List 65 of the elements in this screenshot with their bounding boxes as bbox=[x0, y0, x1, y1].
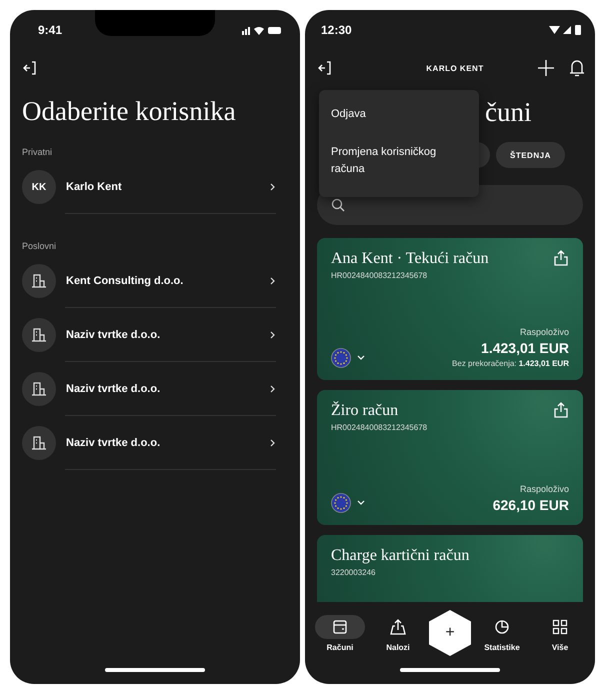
user-row[interactable]: Naziv tvrtke d.o.o. bbox=[10, 362, 300, 416]
upload-icon bbox=[390, 618, 406, 634]
nav-tab[interactable]: Više bbox=[533, 614, 587, 652]
user-row[interactable]: Kent Consulting d.o.o. bbox=[10, 254, 300, 308]
overdraft-note: Bez prekoračenja: 1.423,01 EUR bbox=[452, 359, 569, 368]
menu-item[interactable]: Promjena korisničkog računa bbox=[319, 134, 479, 189]
chevron-icon bbox=[270, 385, 276, 393]
share-icon[interactable] bbox=[553, 250, 569, 266]
available-amount: 626,10 EUR bbox=[492, 497, 569, 513]
wallet-icon bbox=[332, 618, 348, 634]
bell-icon[interactable] bbox=[569, 59, 585, 77]
account-number: 3220003246 bbox=[331, 568, 376, 577]
filter-chip[interactable]: ŠTEDNJA bbox=[496, 142, 565, 168]
menu-item[interactable]: Odjava bbox=[319, 96, 479, 134]
plus-icon[interactable] bbox=[537, 59, 555, 77]
eu-flag-icon[interactable] bbox=[331, 493, 351, 513]
building-icon bbox=[31, 273, 47, 289]
share-icon[interactable] bbox=[553, 402, 569, 418]
account-title: Žiro račun bbox=[331, 402, 400, 420]
user-name: Naziv tvrtke d.o.o. bbox=[66, 329, 162, 341]
account-card[interactable]: Žiro račun HR0024840083212345678 Raspoloživo 626,10 EUR bbox=[317, 390, 583, 525]
chevron-icon bbox=[270, 183, 276, 191]
user-row[interactable]: Naziv tvrtke d.o.o. bbox=[10, 416, 300, 470]
user-row[interactable]: Naziv tvrtke d.o.o. bbox=[10, 308, 300, 362]
status-time: 9:41 bbox=[38, 23, 62, 37]
user-name: KARLO KENT bbox=[425, 64, 485, 72]
page-title: Odaberite korisnika bbox=[21, 95, 237, 128]
logout-icon[interactable] bbox=[317, 60, 333, 76]
available-amount: 1.423,01 EUR bbox=[481, 340, 569, 356]
status-icons bbox=[242, 25, 282, 35]
account-card[interactable]: Charge kartični račun 3220003246 bbox=[317, 535, 583, 602]
chevron-icon bbox=[270, 331, 276, 339]
building-icon bbox=[31, 435, 47, 451]
user-name: Kent Consulting d.o.o. bbox=[66, 275, 184, 287]
available-label: Raspoloživo bbox=[520, 484, 569, 494]
chevron-icon bbox=[270, 277, 276, 285]
account-card[interactable]: Ana Kent · Tekući račun HR0024840083212345678 Raspoloživo 1.423,01 EUR Bez prekoračenja: 1.423,01 EUR bbox=[317, 238, 583, 380]
logout-icon[interactable] bbox=[22, 60, 38, 76]
account-number: HR0024840083212345678 bbox=[331, 423, 428, 432]
account-title: Charge kartični račun bbox=[331, 547, 470, 565]
add-button[interactable]: + bbox=[429, 610, 471, 656]
account-title: Ana Kent · Tekući račun bbox=[331, 250, 489, 268]
caret-icon[interactable] bbox=[357, 500, 365, 506]
status-time: 12:30 bbox=[321, 23, 352, 37]
search-icon bbox=[331, 198, 345, 212]
user-row[interactable]: KK Karlo Kent bbox=[10, 160, 300, 214]
status-icons bbox=[549, 25, 583, 35]
section-label: Privatni bbox=[21, 146, 54, 159]
caret-icon[interactable] bbox=[357, 355, 365, 361]
grid-icon bbox=[552, 618, 568, 634]
user-name: Naziv tvrtke d.o.o. bbox=[66, 383, 162, 395]
building-icon bbox=[31, 381, 47, 397]
pie-chart-icon bbox=[494, 618, 510, 634]
user-name: Karlo Kent bbox=[66, 181, 123, 193]
page-title: čuni bbox=[485, 96, 532, 128]
building-icon bbox=[31, 327, 47, 343]
user-name: Naziv tvrtke d.o.o. bbox=[66, 437, 162, 449]
chevron-icon bbox=[270, 439, 276, 447]
available-label: Raspoloživo bbox=[520, 327, 569, 337]
avatar: KK bbox=[22, 170, 56, 204]
eu-flag-icon[interactable] bbox=[331, 348, 351, 368]
section-label: Poslovni bbox=[21, 240, 58, 253]
account-number: HR0024840083212345678 bbox=[331, 271, 428, 280]
nav-tab[interactable]: Statistike bbox=[475, 614, 529, 652]
nav-tab[interactable]: Nalozi bbox=[371, 614, 425, 652]
